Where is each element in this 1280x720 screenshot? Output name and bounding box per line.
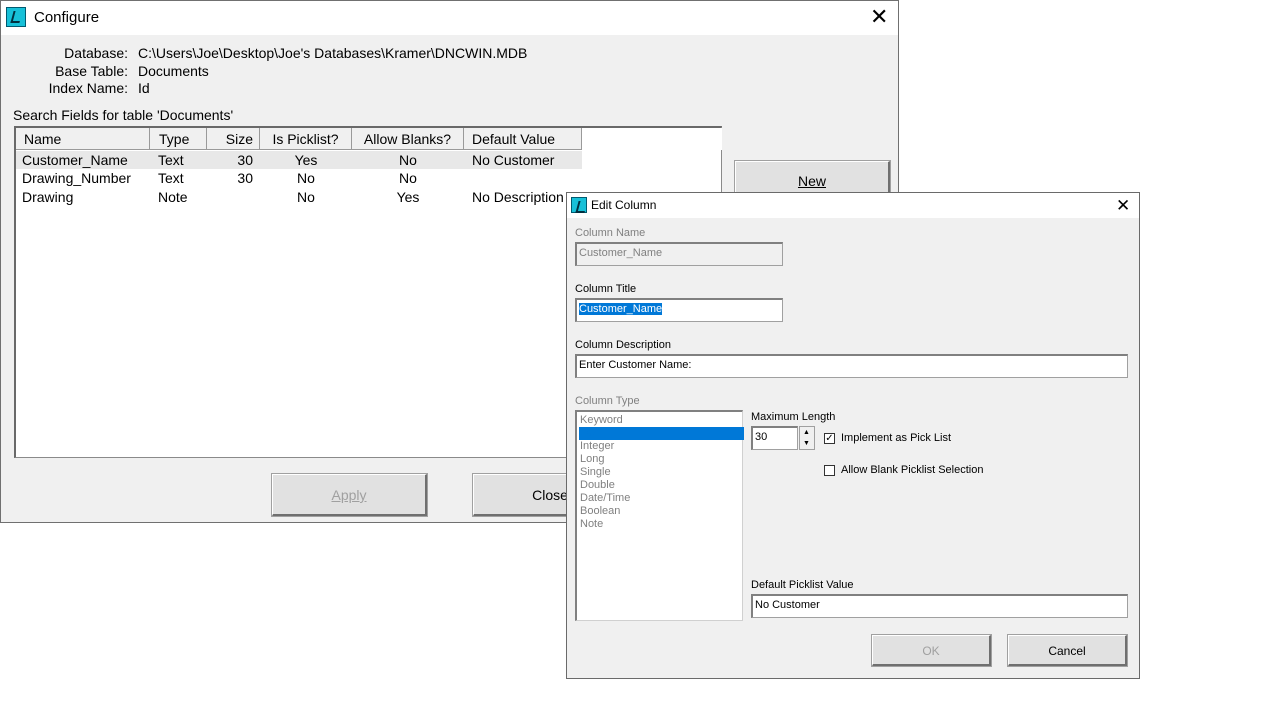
search-fields-label: Search Fields for table 'Documents' [13, 107, 234, 123]
column-name-field: Customer_Name [575, 242, 783, 266]
row-type: Note [158, 189, 188, 205]
list-item-selected[interactable]: Text [579, 427, 744, 440]
row-size: 30 [237, 152, 253, 168]
row-picklist: No [297, 170, 315, 186]
cancel-button[interactable]: Cancel [1007, 634, 1128, 667]
implement-picklist-label[interactable]: Implement as Pick List [841, 432, 951, 444]
row-default: No Customer [472, 152, 555, 168]
apply-button-label: Apply [331, 487, 367, 503]
default-picklist-input[interactable]: No Customer [751, 594, 1128, 618]
row-name[interactable]: Drawing_Number [22, 170, 131, 186]
checkmark-icon: ✓ [825, 433, 834, 444]
list-item[interactable]: Date/Time [579, 492, 744, 505]
header-spacer [582, 128, 722, 150]
cancel-button-label: Cancel [1048, 644, 1086, 658]
column-type-label: Column Type [575, 395, 640, 407]
apply-button[interactable]: Apply [271, 473, 428, 517]
row-blanks: No [399, 152, 417, 168]
allow-blank-checkbox[interactable] [824, 465, 835, 476]
spin-down-icon[interactable]: ▼ [803, 439, 810, 448]
base-table-label: Base Table: [55, 63, 128, 79]
list-item[interactable]: Double [579, 479, 744, 492]
index-name-label: Index Name: [48, 80, 128, 96]
column-type-listbox[interactable]: Keyword Text Integer Long Single Double … [575, 410, 744, 621]
close-icon[interactable]: ✕ [870, 7, 888, 29]
column-title-value: Customer_Name [579, 303, 663, 315]
allow-blank-label[interactable]: Allow Blank Picklist Selection [841, 464, 983, 476]
window-title: Configure [34, 9, 100, 26]
close-button-label: Close [532, 487, 568, 503]
row-blanks: No [399, 170, 417, 186]
list-item[interactable]: Integer [579, 440, 744, 453]
dialog-title: Edit Column [591, 198, 657, 212]
ok-button-label: OK [922, 644, 940, 658]
list-item[interactable]: Boolean [579, 505, 744, 518]
configure-titlebar[interactable]: Configure ✕ [1, 1, 898, 35]
max-length-spinner[interactable]: ▲ ▼ [799, 426, 815, 450]
row-type: Text [158, 170, 184, 186]
row-type: Text [158, 152, 184, 168]
database-label: Database: [64, 45, 128, 61]
column-header-picklist[interactable]: Is Picklist? [260, 128, 352, 150]
column-description-input[interactable]: Enter Customer Name: [575, 354, 1128, 378]
app-icon [6, 7, 26, 27]
list-item[interactable]: Note [579, 518, 744, 531]
row-blanks: Yes [396, 189, 420, 205]
list-item[interactable]: Single [579, 466, 744, 479]
column-header-default[interactable]: Default Value [464, 128, 582, 150]
default-picklist-label: Default Picklist Value [751, 579, 854, 591]
column-header-name[interactable]: Name [16, 128, 150, 150]
row-default: No Description [472, 189, 564, 205]
row-picklist: No [297, 189, 315, 205]
row-name[interactable]: Drawing [22, 189, 73, 205]
column-title-label: Column Title [575, 283, 637, 295]
index-name-value: Id [138, 80, 150, 96]
base-table-value: Documents [138, 63, 209, 79]
ok-button[interactable]: OK [871, 634, 992, 667]
max-length-label: Maximum Length [751, 411, 836, 423]
column-header-type[interactable]: Type [150, 128, 207, 150]
edit-column-dialog: Edit Column ✕ Column Name Customer_Name … [566, 192, 1140, 679]
database-value: C:\Users\Joe\Desktop\Joe's Databases\Kra… [138, 45, 528, 61]
row-size: 30 [237, 170, 253, 186]
spin-up-icon[interactable]: ▲ [803, 428, 810, 437]
column-title-input[interactable]: Customer_Name [575, 298, 783, 322]
column-header-size[interactable]: Size [207, 128, 260, 150]
new-button-label: New [797, 173, 826, 189]
column-description-label: Column Description [575, 339, 671, 351]
app-icon [571, 197, 587, 213]
list-item[interactable]: Long [579, 453, 744, 466]
row-picklist: Yes [294, 152, 318, 168]
column-header-blanks[interactable]: Allow Blanks? [352, 128, 464, 150]
column-name-label: Column Name [575, 227, 646, 239]
close-icon[interactable]: ✕ [1116, 195, 1130, 217]
max-length-input[interactable]: 30 [751, 426, 798, 450]
edit-column-titlebar[interactable]: Edit Column ✕ [567, 193, 1139, 218]
row-name: Customer_Name [22, 152, 128, 168]
implement-picklist-checkbox[interactable]: ✓ [824, 433, 835, 444]
list-item[interactable]: Keyword [579, 414, 744, 427]
